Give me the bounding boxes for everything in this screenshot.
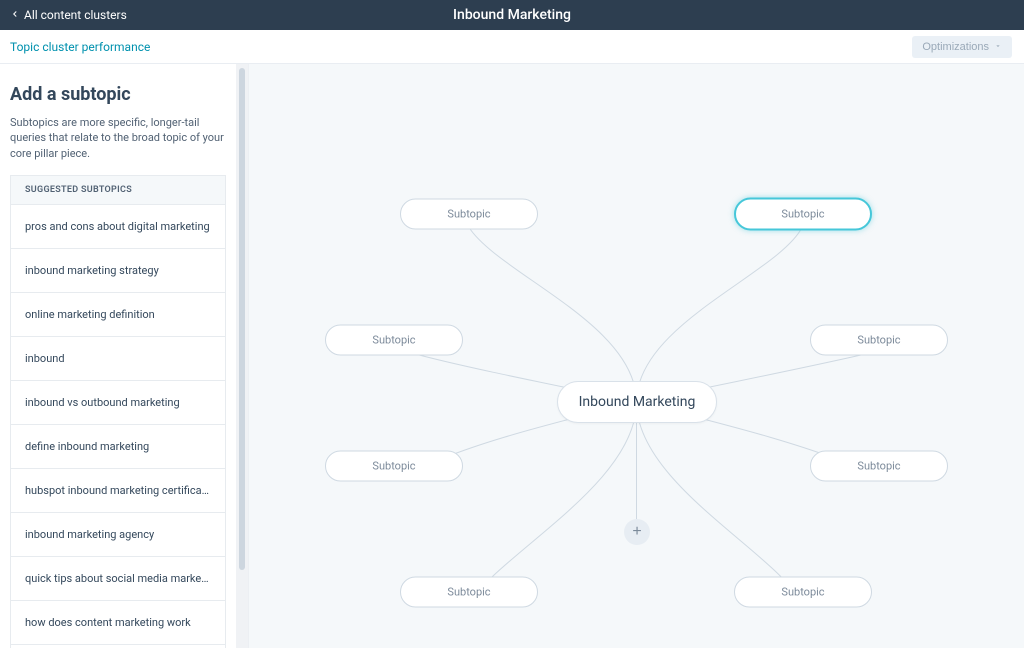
chevron-left-icon: [10, 8, 24, 22]
suggested-subtopic[interactable]: inbound: [10, 337, 226, 381]
subtopic-node[interactable]: Subtopic: [325, 451, 463, 482]
sidebar-scrollbar[interactable]: [236, 64, 248, 648]
sidebar-heading: Add a subtopic: [10, 84, 226, 105]
subtopic-node[interactable]: Subtopic: [734, 577, 872, 608]
suggested-subtopic[interactable]: how does content marketing work: [10, 601, 226, 645]
suggested-subtopic[interactable]: inbound marketing agency: [10, 513, 226, 557]
pillar-topic-node[interactable]: Inbound Marketing: [557, 381, 717, 423]
main-area: Add a subtopic Subtopics are more specif…: [0, 64, 1024, 648]
scrollbar-thumb[interactable]: [239, 68, 245, 570]
caret-down-icon: [994, 41, 1002, 53]
subtopic-node-selected[interactable]: Subtopic: [734, 198, 872, 231]
page-title: Inbound Marketing: [453, 7, 571, 23]
suggested-subtopic[interactable]: inbound marketing strategy: [10, 249, 226, 293]
topic-cluster-performance-link[interactable]: Topic cluster performance: [10, 40, 150, 54]
sidebar: Add a subtopic Subtopics are more specif…: [0, 64, 248, 648]
suggested-subtopic[interactable]: pros and cons about digital marketing: [10, 205, 226, 249]
add-subtopic-button[interactable]: +: [624, 519, 650, 545]
subtopic-node[interactable]: Subtopic: [810, 325, 948, 356]
sidebar-description: Subtopics are more specific, longer-tail…: [10, 115, 226, 161]
suggested-subtopic[interactable]: online marketing definition: [10, 293, 226, 337]
optimizations-dropdown[interactable]: Optimizations: [912, 36, 1012, 58]
topic-canvas[interactable]: Inbound Marketing Subtopic Subtopic Subt…: [248, 64, 1024, 648]
app-header: All content clusters Inbound Marketing: [0, 0, 1024, 30]
suggested-subtopic[interactable]: quick tips about social media marketing: [10, 557, 226, 601]
subtopic-node[interactable]: Subtopic: [400, 199, 538, 230]
back-to-clusters-link[interactable]: All content clusters: [0, 8, 127, 22]
suggested-subtopic[interactable]: define inbound marketing: [10, 425, 226, 469]
suggested-subtopic[interactable]: inbound vs outbound marketing: [10, 381, 226, 425]
optimizations-label: Optimizations: [922, 41, 989, 53]
subtopic-node[interactable]: Subtopic: [810, 451, 948, 482]
connector-lines: [249, 64, 1024, 648]
back-label: All content clusters: [24, 8, 127, 22]
subtopic-node[interactable]: Subtopic: [325, 325, 463, 356]
suggested-subtopic[interactable]: hubspot inbound marketing certification …: [10, 469, 226, 513]
suggested-subtopics-header: SUGGESTED SUBTOPICS: [10, 175, 226, 205]
subtopic-node[interactable]: Subtopic: [400, 577, 538, 608]
plus-icon: +: [632, 523, 641, 541]
sub-header: Topic cluster performance Optimizations: [0, 30, 1024, 64]
